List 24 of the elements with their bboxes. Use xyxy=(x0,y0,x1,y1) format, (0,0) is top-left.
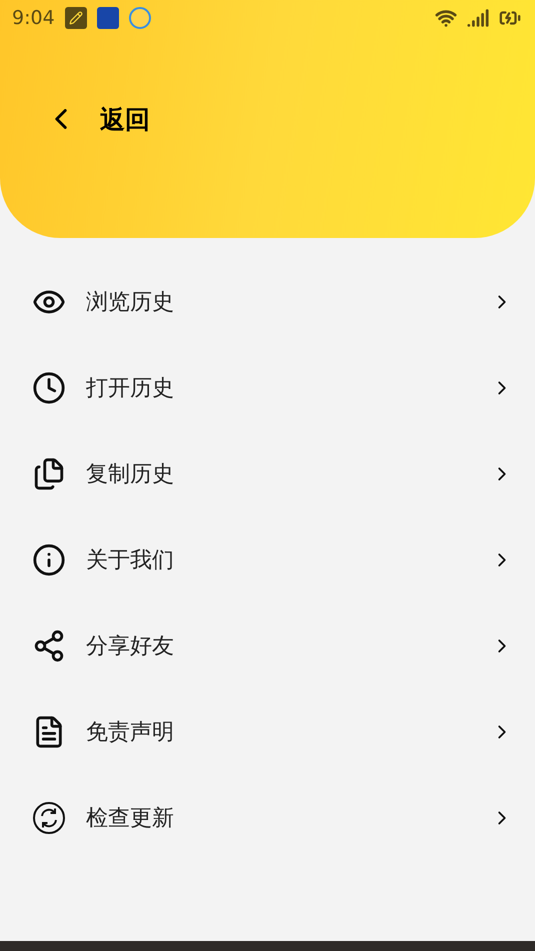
menu-item[interactable]: 免责声明 xyxy=(0,689,535,775)
menu-label: 检查更新 xyxy=(86,805,175,833)
menu-label: 打开历史 xyxy=(86,375,175,403)
signal-icon xyxy=(467,7,489,29)
back-label: 返回 xyxy=(100,104,150,136)
menu-label: 浏览历史 xyxy=(86,289,175,317)
menu-label: 关于我们 xyxy=(86,547,175,575)
clock-icon xyxy=(32,371,66,405)
notes-app-icon xyxy=(64,7,87,29)
refresh-icon xyxy=(32,801,66,835)
menu-item[interactable]: 复制历史 xyxy=(0,431,535,517)
copy-icon xyxy=(32,457,66,491)
menu-item[interactable]: 浏览历史 xyxy=(0,259,535,345)
menu-label: 复制历史 xyxy=(86,461,175,489)
share-icon xyxy=(32,629,66,663)
menu-label: 分享好友 xyxy=(86,633,175,661)
menu-item[interactable]: 打开历史 xyxy=(0,345,535,431)
wifi-icon xyxy=(435,7,457,29)
menu-item[interactable]: 分享好友 xyxy=(0,603,535,689)
menu-label: 免责声明 xyxy=(86,719,175,747)
status-time: 9:04 xyxy=(12,7,55,29)
info-icon xyxy=(32,543,66,577)
menu-item[interactable]: 关于我们 xyxy=(0,517,535,603)
menu-item[interactable]: 检查更新 xyxy=(0,775,535,861)
